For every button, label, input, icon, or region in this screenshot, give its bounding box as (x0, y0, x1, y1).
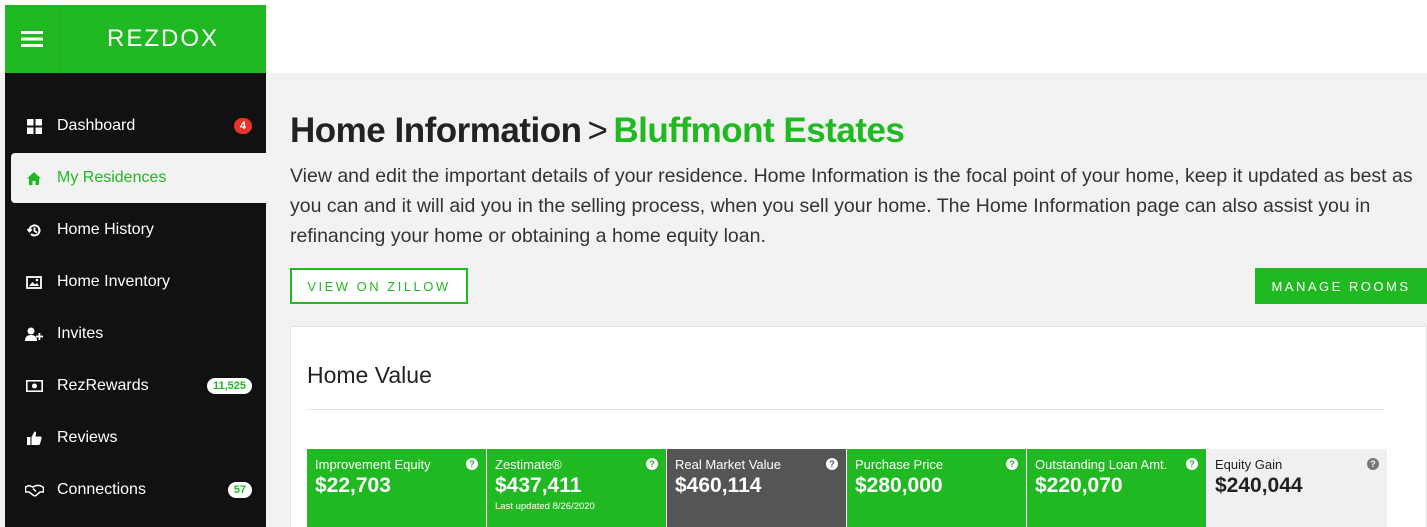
main-content: Home Information > Bluffmont Estates View … (290, 73, 1427, 527)
sidebar-item-label: Home Inventory (57, 273, 170, 290)
sidebar-item-label: My Residences (57, 169, 167, 186)
home-icon (11, 171, 57, 185)
help-icon[interactable]: ? (466, 458, 478, 470)
tile-label: Improvement Equity (315, 457, 431, 472)
tile-value: $22,703 (315, 474, 391, 497)
image-icon (11, 275, 57, 289)
tile-label: Zestimate® (495, 457, 562, 472)
thumbs-up-icon (11, 431, 57, 445)
rezdox-logo[interactable]: REZDOX (60, 5, 266, 73)
tile-label: Real Market Value (675, 457, 781, 472)
dashboard-icon (11, 118, 57, 134)
value-tile-zestimate: Zestimate® $437,411 Last updated 8/26/20… (487, 449, 667, 527)
sidebar-item-rezrewards[interactable]: RezRewards 11,525 (11, 361, 266, 411)
rewards-badge: 11,525 (206, 378, 252, 394)
page-title: Home Information > Bluffmont Estates (290, 111, 905, 151)
sidebar-item-my-residences[interactable]: My Residences (11, 153, 266, 203)
sidebar-item-reviews[interactable]: Reviews (11, 413, 266, 463)
sidebar-item-dashboard[interactable]: Dashboard 4 (11, 101, 266, 151)
sidebar-item-label: Home History (57, 221, 154, 238)
page-description: View and edit the important details of y… (290, 165, 1413, 247)
value-tiles: Improvement Equity $22,703 ? Zestimate® … (307, 449, 1387, 527)
tile-label: Outstanding Loan Amt. (1035, 457, 1168, 472)
help-icon[interactable]: ? (646, 458, 658, 470)
money-icon (11, 380, 57, 392)
notification-badge: 4 (233, 118, 252, 134)
breadcrumb-separator: > (587, 111, 608, 150)
add-user-icon (11, 327, 57, 341)
help-icon[interactable]: ? (1186, 458, 1198, 470)
hamburger-icon (21, 31, 43, 47)
tile-value: $240,044 (1215, 474, 1303, 497)
sidebar-item-label: Invites (57, 325, 104, 342)
view-on-zillow-button[interactable]: VIEW ON ZILLOW (290, 268, 468, 304)
tile-label: Equity Gain (1215, 457, 1283, 472)
sidebar-item-label: Reviews (57, 429, 118, 446)
tile-label: Purchase Price (855, 457, 944, 472)
home-value-card: Home Value Improvement Equity $22,703 ? … (290, 326, 1427, 527)
residence-name: Bluffmont Estates (613, 111, 905, 150)
sidebar: Dashboard 4 My Residences Home History H… (5, 73, 266, 527)
help-icon[interactable]: ? (1367, 458, 1379, 470)
handshake-icon (11, 484, 57, 497)
tile-value: $220,070 (1035, 474, 1123, 497)
tile-value: $437,411 (495, 474, 582, 497)
manage-rooms-button[interactable]: MANAGE ROOMS (1255, 268, 1427, 304)
tile-subtext: Last updated 8/26/2020 (495, 501, 595, 512)
value-tile-purchase-price: Purchase Price $280,000 ? (847, 449, 1027, 527)
menu-toggle-button[interactable] (5, 5, 60, 73)
home-value-title: Home Value (307, 362, 432, 388)
sidebar-item-connections[interactable]: Connections 57 (11, 465, 266, 515)
value-tile-improvement-equity: Improvement Equity $22,703 ? (307, 449, 487, 527)
help-icon[interactable]: ? (826, 458, 838, 470)
divider (307, 409, 1385, 410)
brand-header: REZDOX (5, 5, 266, 73)
sidebar-item-home-inventory[interactable]: Home Inventory (11, 257, 266, 307)
history-icon (11, 223, 57, 238)
sidebar-item-invites[interactable]: Invites (11, 309, 266, 359)
connections-badge: 57 (227, 482, 252, 498)
tile-value: $280,000 (855, 474, 943, 497)
sidebar-item-home-history[interactable]: Home History (11, 205, 266, 255)
page-title-text: Home Information (290, 111, 582, 150)
help-icon[interactable]: ? (1006, 458, 1018, 470)
value-tile-equity-gain: Equity Gain $240,044 ? (1207, 449, 1387, 527)
value-tile-outstanding-loan: Outstanding Loan Amt. $220,070 ? (1027, 449, 1207, 527)
tile-value: $460,114 (675, 474, 762, 497)
value-tile-real-market-value: Real Market Value $460,114 ? (667, 449, 847, 527)
